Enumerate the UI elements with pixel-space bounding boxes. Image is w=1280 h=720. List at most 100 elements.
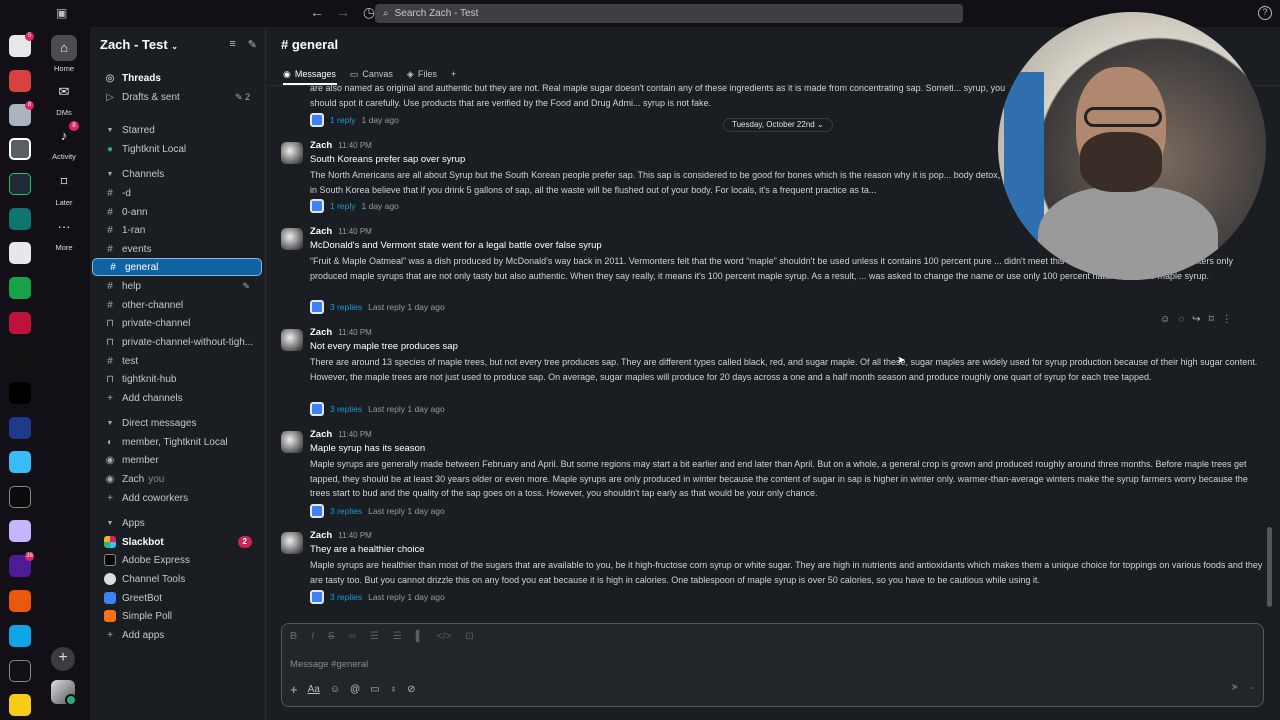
app-item[interactable]: Channel Tools — [90, 570, 266, 588]
workspace-icon[interactable] — [9, 242, 31, 264]
workspace-icon-active[interactable] — [9, 138, 31, 160]
sidebar-channel[interactable]: # events — [90, 240, 266, 258]
code-block-icon[interactable]: ⊡ — [465, 631, 473, 642]
send-options-icon[interactable]: ⌄ — [1248, 682, 1255, 691]
section-channels[interactable]: ▼ Channels — [90, 165, 266, 183]
reply-count[interactable]: 1 reply — [330, 201, 356, 211]
message-time[interactable]: 11:40 PM — [338, 141, 372, 150]
link-icon[interactable]: ∞ — [349, 631, 356, 642]
strikethrough-icon[interactable]: S — [328, 631, 335, 642]
sidebar-item-threads[interactable]: ◎ Threads — [90, 69, 266, 87]
blockquote-icon[interactable]: ▌ — [416, 631, 423, 642]
app-item[interactable]: Simple Poll — [90, 607, 266, 625]
tab-messages[interactable]: ◉ Messages — [283, 67, 336, 81]
reply-count[interactable]: 3 replies — [330, 302, 362, 312]
sidebar-channel[interactable]: ⊓ tightknit-hub — [90, 370, 266, 388]
text-format-icon[interactable]: Aa — [308, 684, 320, 695]
message-time[interactable]: 11:40 PM — [338, 227, 372, 236]
thread-summary[interactable]: 3 replies Last reply 1 day ago — [310, 402, 445, 416]
workspace-icon[interactable]: 8 — [9, 101, 34, 126]
sidebar-channel[interactable]: # other-channel — [90, 296, 266, 314]
author-avatar[interactable] — [281, 228, 303, 250]
filter-icon[interactable]: ≡ — [229, 38, 235, 51]
workspace-icon[interactable] — [9, 277, 31, 299]
message-time[interactable]: 11:40 PM — [338, 430, 372, 439]
sidebar-channel[interactable]: ⊓ private-channel-without-tigh... — [90, 333, 266, 351]
video-icon[interactable]: ▭ — [370, 684, 379, 695]
user-avatar[interactable] — [51, 680, 77, 706]
add-coworkers-button[interactable]: + Add coworkers — [90, 489, 266, 507]
message-scrollbar[interactable] — [1267, 527, 1272, 607]
workspace-icon[interactable]: 5 — [9, 32, 34, 57]
app-item[interactable]: GreetBot — [90, 589, 266, 607]
search-bar[interactable]: ⌕ Search Zach - Test — [375, 4, 963, 23]
message[interactable]: Zach 11:40 PM Not every maple tree produc… — [279, 327, 1269, 419]
thread-summary[interactable]: 3 replies Last reply 1 day ago — [310, 504, 445, 518]
workspace-icon[interactable] — [9, 590, 31, 612]
workspace-icon[interactable] — [9, 347, 31, 369]
sidebar-item-tightknit-local[interactable]: ● Tightknit Local — [90, 140, 266, 158]
nav-later[interactable]: ⌑ Later — [38, 169, 90, 207]
dm-item[interactable]: ◉ member — [90, 451, 266, 469]
author-avatar[interactable] — [281, 431, 303, 453]
workspace-icon[interactable] — [9, 486, 31, 508]
reply-count[interactable]: 3 replies — [330, 506, 362, 516]
reply-count[interactable]: 3 replies — [330, 592, 362, 602]
thread-summary[interactable]: 3 replies Last reply 1 day ago — [310, 590, 445, 604]
author-name[interactable]: Zach — [310, 429, 332, 440]
workspace-icon[interactable] — [9, 625, 31, 647]
workspace-icon[interactable] — [9, 660, 31, 682]
plus-icon[interactable]: + — [290, 682, 298, 697]
add-channels-button[interactable]: + Add channels — [90, 389, 266, 407]
slash-command-icon[interactable]: ⊘ — [407, 684, 415, 695]
channel-title[interactable]: # general — [281, 37, 338, 52]
author-avatar[interactable] — [281, 532, 303, 554]
forward-arrow-icon[interactable]: → — [334, 4, 352, 21]
workspace-icon[interactable] — [9, 520, 31, 542]
message[interactable]: Zach 11:40 PM Maple syrup has its season … — [279, 429, 1269, 521]
add-apps-button[interactable]: + Add apps — [90, 626, 266, 644]
author-avatar[interactable] — [281, 142, 303, 164]
message-time[interactable]: 11:40 PM — [338, 531, 372, 540]
section-direct-messages[interactable]: ▼ Direct messages — [90, 414, 266, 432]
sidebar-channel-general[interactable]: # general — [92, 258, 262, 276]
add-tab-button[interactable]: + — [451, 67, 456, 81]
ordered-list-icon[interactable]: ☰ — [370, 631, 379, 642]
author-name[interactable]: Zach — [310, 140, 332, 151]
app-item-slackbot[interactable]: Slackbot 2 — [90, 533, 266, 551]
author-name[interactable]: Zach — [310, 226, 332, 237]
nav-dms[interactable]: ✉ DMs — [38, 79, 90, 117]
author-name[interactable]: Zach — [310, 530, 332, 541]
nav-more[interactable]: ··· More — [38, 214, 90, 252]
message-input[interactable] — [290, 656, 1190, 672]
sidebar-channel[interactable]: ⊓ private-channel — [90, 314, 266, 332]
tab-canvas[interactable]: ▭ Canvas — [350, 67, 393, 81]
sidebar-channel[interactable]: #1-ran — [90, 221, 266, 239]
sidebar-channel[interactable]: # test — [90, 352, 266, 370]
workspace-icon[interactable] — [9, 173, 31, 195]
more-actions-icon[interactable]: ⋮ — [1222, 314, 1232, 325]
bulleted-list-icon[interactable]: ☰ — [393, 631, 402, 642]
bookmark-icon[interactable]: ⌑ — [1209, 314, 1214, 325]
microphone-icon[interactable]: ♁ — [390, 684, 398, 695]
message[interactable]: Zach 11:40 PM They are a healthier choice… — [279, 530, 1269, 610]
sidebar-toggle-icon[interactable]: ▣ — [56, 6, 70, 20]
reply-count[interactable]: 3 replies — [330, 404, 362, 414]
sidebar-item-drafts[interactable]: ▷ Drafts & sent ✎ 2 — [90, 88, 266, 106]
bold-icon[interactable]: B — [290, 631, 297, 642]
section-starred[interactable]: ▼ Starred — [90, 121, 266, 139]
author-name[interactable]: Zach — [310, 327, 332, 338]
add-reaction-icon[interactable]: ☺ — [1160, 314, 1170, 325]
back-arrow-icon[interactable]: ← — [308, 4, 326, 21]
nav-home[interactable]: ⌂ Home — [38, 35, 90, 73]
workspace-icon[interactable] — [9, 208, 31, 230]
send-icon[interactable]: ➤ — [1231, 682, 1239, 693]
thread-summary[interactable]: 1 reply 1 day ago — [310, 199, 399, 213]
reply-count[interactable]: 1 reply — [330, 115, 356, 125]
code-icon[interactable]: </> — [437, 631, 451, 642]
tab-files[interactable]: ◈ Files — [407, 67, 437, 81]
section-apps[interactable]: ▼ Apps — [90, 514, 266, 532]
workspace-icon[interactable] — [9, 451, 31, 473]
date-divider[interactable]: Tuesday, October 22nd ⌄ — [723, 118, 833, 132]
dm-item[interactable]: ◐ member, Tightknit Local — [90, 433, 266, 451]
